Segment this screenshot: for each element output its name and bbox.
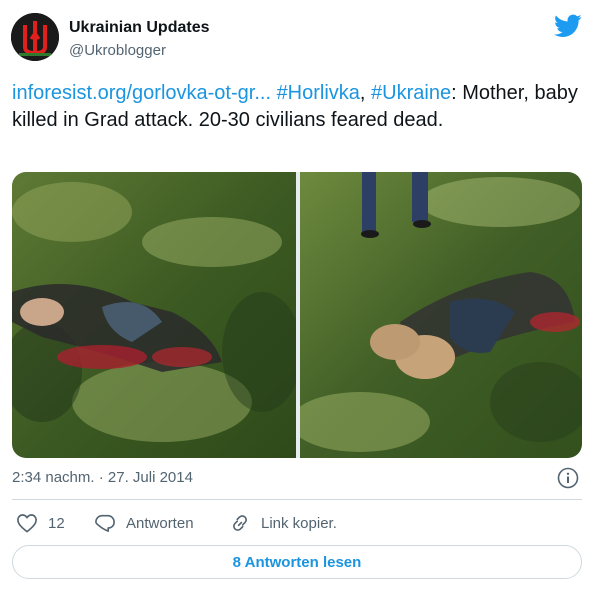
- divider-top: [12, 499, 582, 500]
- twitter-bird-icon[interactable]: [554, 14, 582, 38]
- hashtag-separator: ,: [359, 82, 372, 104]
- reply-button[interactable]: Antworten: [94, 509, 194, 537]
- heart-icon: [17, 514, 37, 533]
- media-photo-2[interactable]: [300, 172, 582, 458]
- tweet-timestamp[interactable]: 2:34 nachm. · 27. Juli 2014: [12, 469, 193, 486]
- reply-bubble-icon: [95, 514, 115, 532]
- tweet-card: Ukrainian Updates @Ukroblogger inforesis…: [0, 0, 600, 599]
- info-icon[interactable]: [557, 467, 579, 489]
- hashtag-ukraine[interactable]: #Ukraine: [371, 82, 451, 104]
- media-photo-1[interactable]: [12, 172, 296, 458]
- author-handle[interactable]: @Ukroblogger: [69, 42, 166, 59]
- like-count: 12: [48, 514, 65, 532]
- like-button[interactable]: 12: [16, 509, 65, 537]
- reply-label: Antworten: [126, 514, 194, 532]
- ukrainian-trident-avatar-icon: [11, 13, 59, 61]
- copy-link-label: Link kopier.: [261, 514, 337, 532]
- link-icon: [233, 515, 247, 531]
- tweet-media: [12, 172, 582, 458]
- tweet-actions: 12 Antworten Link kopier.: [12, 509, 582, 537]
- hashtag-horlivka[interactable]: #Horlivka: [277, 82, 360, 104]
- author-avatar[interactable]: [11, 13, 59, 61]
- author-display-name[interactable]: Ukrainian Updates: [69, 19, 209, 37]
- tweet-text: inforesist.org/gorlovka-ot-gr... #Horliv…: [12, 80, 587, 134]
- article-link[interactable]: inforesist.org/gorlovka-ot-gr...: [12, 82, 271, 104]
- read-replies-button[interactable]: 8 Antworten lesen: [12, 545, 582, 579]
- copy-link-button[interactable]: Link kopier.: [229, 509, 337, 537]
